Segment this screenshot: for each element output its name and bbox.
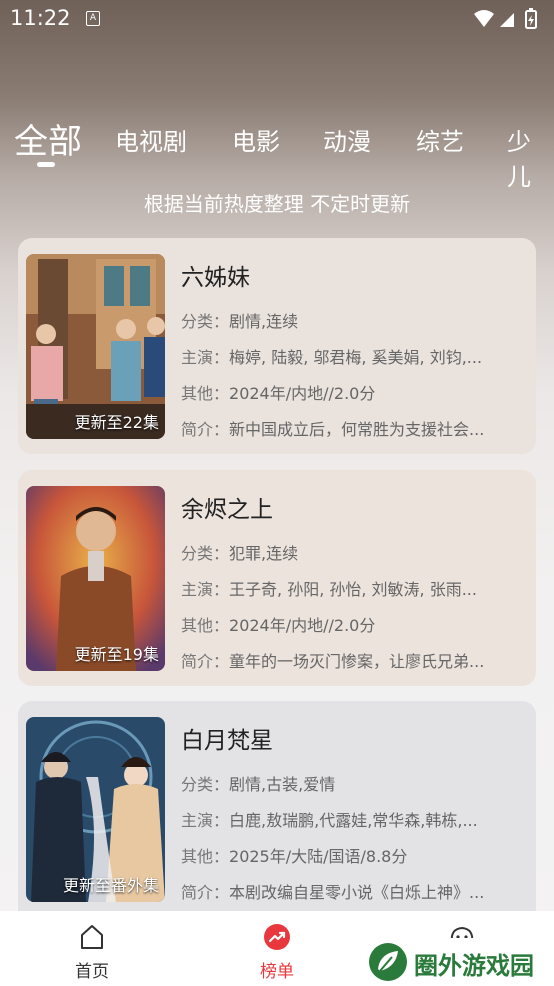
tab-variety[interactable]: 综艺 (416, 122, 464, 157)
nav-ranking-label: 榜单 (260, 962, 294, 982)
poster-image: 更新至22集 (26, 254, 165, 439)
category-row: 分类：剧情,古装,爱情 (181, 775, 336, 794)
category-row: 分类：剧情,连续 (181, 312, 299, 331)
list-item[interactable]: 更新至22集 六姊妹 分类：剧情,连续 主演：梅婷, 陆毅, 邬君梅, 奚美娟,… (18, 238, 536, 454)
tab-all[interactable]: 全部 (14, 114, 82, 163)
tab-tv-series[interactable]: 电视剧 (115, 122, 187, 157)
category-row: 分类：犯罪,连续 (181, 544, 299, 563)
item-title: 余烬之上 (181, 497, 273, 523)
cast-row: 主演：王子奇, 孙阳, 孙怡, 刘敏涛, 张雨... (181, 580, 477, 599)
wifi-signal-battery-icon (474, 8, 537, 29)
notification-a-icon: A (86, 11, 100, 26)
poster-image: 更新至番外集 (26, 717, 165, 902)
nav-home-label: 首页 (75, 962, 109, 982)
list-item[interactable]: 更新至19集 余烬之上 分类：犯罪,连续 主演：王子奇, 孙阳, 孙怡, 刘敏涛… (18, 470, 536, 686)
nav-ranking[interactable]: 榜单 (237, 923, 317, 982)
cast-row: 主演：白鹿,敖瑞鹏,代露娃,常华森,韩栋,... (181, 811, 478, 830)
tab-kids[interactable]: 少儿 (507, 122, 554, 192)
tab-movies[interactable]: 电影 (232, 122, 280, 157)
tab-anime[interactable]: 动漫 (323, 122, 371, 157)
ranking-subtitle: 根据当前热度整理 不定时更新 (143, 192, 411, 216)
cast-row: 主演：梅婷, 陆毅, 邬君梅, 奚美娟, 刘钧,... (181, 348, 483, 367)
status-bar: 11:22 A (0, 0, 554, 36)
active-tab-indicator (37, 162, 55, 167)
status-time: 11:22 (10, 6, 71, 30)
watermark-text: 圈外游戏园 (414, 952, 534, 980)
watermark-logo: 圈外游戏园 (354, 938, 554, 986)
item-title: 六姊妹 (181, 265, 250, 291)
nav-home[interactable]: 首页 (52, 923, 132, 982)
episode-badge: 更新至番外集 (62, 876, 159, 895)
other-row: 其他：2025年/大陆/国语/8.8分 (181, 847, 408, 866)
home-icon (81, 925, 103, 949)
episode-badge: 更新至22集 (74, 413, 159, 432)
category-tabs: 全部 电视剧 电影 动漫 综艺 少儿 (0, 112, 554, 191)
list-item[interactable]: 更新至番外集 白月梵星 分类：剧情,古装,爱情 主演：白鹿,敖瑞鹏,代露娃,常华… (18, 701, 536, 913)
other-row: 其他：2024年/内地//2.0分 (181, 384, 376, 403)
watermark-leaf-icon (369, 943, 407, 981)
status-icons (472, 8, 544, 34)
intro-row: 简介：本剧改编自星零小说《白烁上神》... (181, 883, 485, 902)
intro-row: 简介：童年的一场灭门惨案，让廖氏兄弟... (181, 652, 485, 671)
item-title: 白月梵星 (181, 728, 273, 754)
intro-row: 简介：新中国成立后，何常胜为支援社会... (181, 420, 485, 439)
other-row: 其他：2024年/内地//2.0分 (181, 616, 376, 635)
poster-image: 更新至19集 (26, 486, 165, 671)
episode-badge: 更新至19集 (74, 645, 159, 664)
trending-icon (264, 924, 290, 950)
